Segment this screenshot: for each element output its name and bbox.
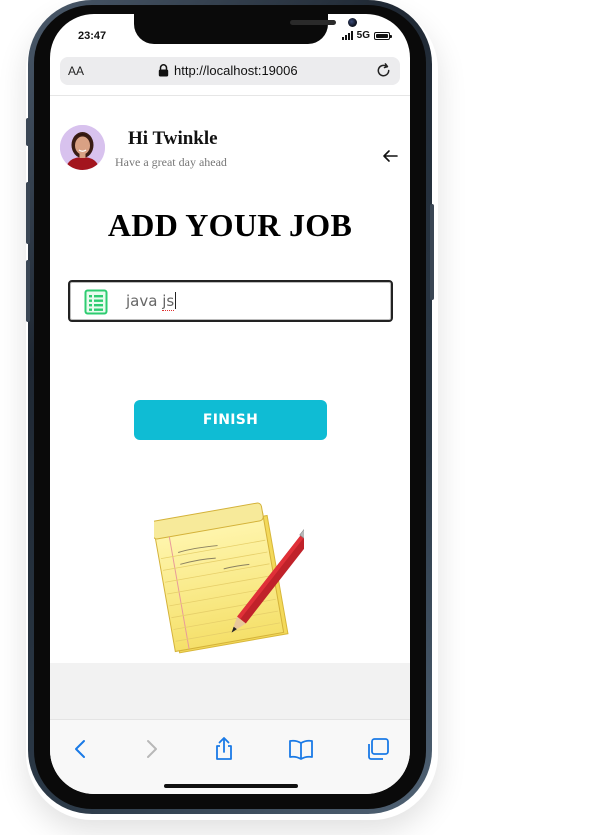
job-input-text: java [126, 292, 163, 310]
lock-icon [158, 64, 169, 77]
phone-screen: 23:47 5G AA http://localhost:19006 Hi Tw… [50, 14, 410, 794]
text-caret [175, 292, 177, 309]
content-footer [50, 663, 410, 719]
status-time: 23:47 [78, 30, 107, 42]
network-type: 5G [356, 30, 370, 41]
job-input-misspelled-text: js [162, 292, 175, 311]
speaker [290, 20, 336, 25]
status-indicators: 5G [341, 30, 392, 41]
notch [134, 14, 357, 44]
power-button [430, 204, 434, 300]
greeting-subtitle: Have a great day ahead [115, 155, 227, 169]
battery-icon [374, 31, 392, 40]
arrow-left-icon[interactable] [382, 148, 398, 164]
spreadsheet-icon [84, 289, 108, 315]
job-input[interactable]: java js [68, 280, 393, 322]
back-icon[interactable] [68, 736, 94, 762]
url-display[interactable]: http://localhost:19006 [158, 63, 298, 78]
share-icon[interactable] [211, 736, 237, 762]
browser-divider [50, 95, 410, 96]
mute-switch [26, 118, 30, 146]
forward-icon[interactable] [138, 736, 164, 762]
home-indicator[interactable] [164, 784, 298, 788]
tabs-icon[interactable] [365, 736, 391, 762]
url-text: http://localhost:19006 [174, 63, 298, 78]
page-title: ADD YOUR JOB [107, 207, 353, 243]
volume-up-button [26, 182, 30, 244]
browser-toolbar [50, 719, 410, 794]
greeting-title: Hi Twinkle [128, 128, 218, 149]
reload-icon[interactable] [375, 62, 392, 79]
cellular-signal-icon [341, 31, 353, 40]
text-size-button[interactable]: AA [68, 63, 84, 78]
volume-down-button [26, 260, 30, 322]
address-bar[interactable]: AA http://localhost:19006 [60, 57, 400, 85]
front-camera [348, 18, 357, 27]
page: 23:47 5G AA http://localhost:19006 Hi Tw… [0, 0, 610, 835]
text-size-label: AA [68, 64, 85, 78]
notepad-pencil-illustration [154, 502, 304, 654]
avatar [60, 125, 105, 170]
job-input-value[interactable]: java js [126, 292, 177, 311]
bookmarks-icon[interactable] [288, 736, 314, 762]
finish-button[interactable]: FINISH [134, 400, 327, 440]
